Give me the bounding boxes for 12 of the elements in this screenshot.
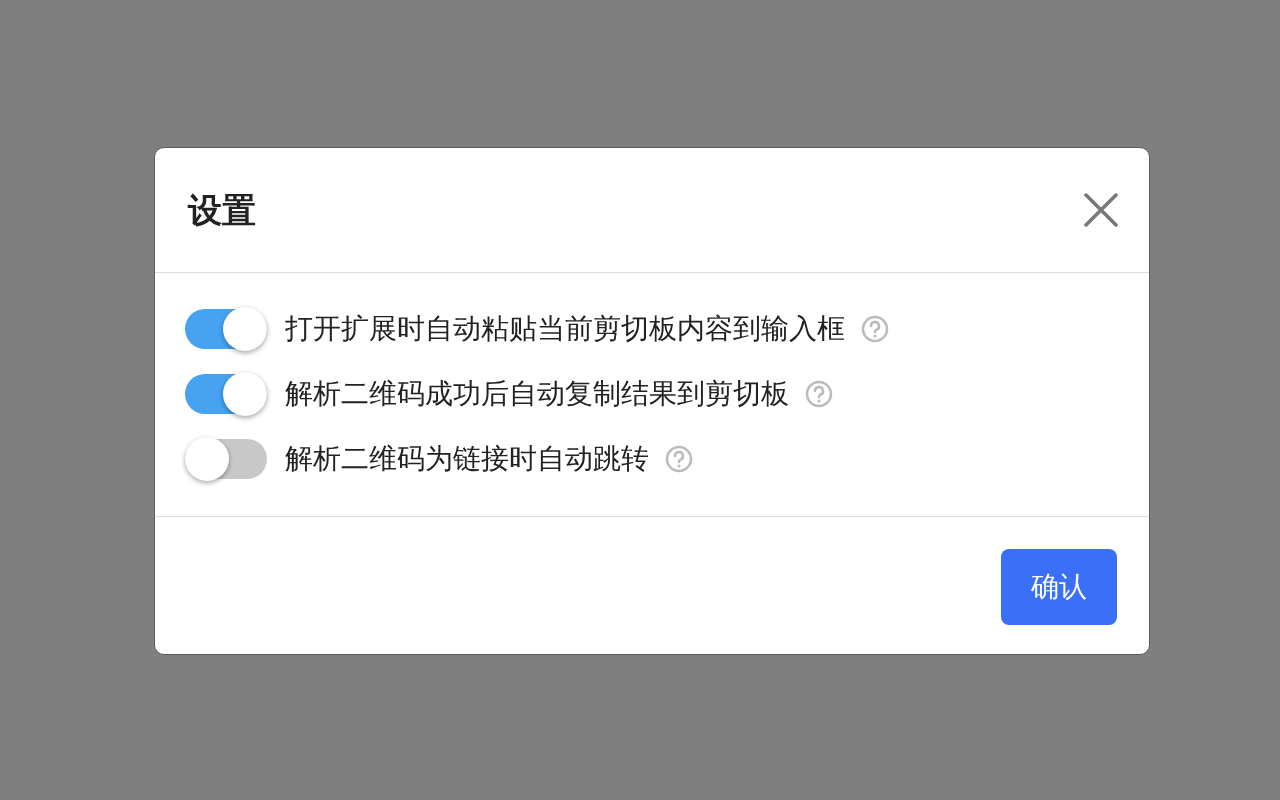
help-icon[interactable] <box>805 380 833 408</box>
help-icon[interactable] <box>861 315 889 343</box>
dialog-title: 设置 <box>188 188 256 232</box>
option-label: 解析二维码成功后自动复制结果到剪切板 <box>285 376 789 412</box>
toggle-switch[interactable] <box>185 374 267 414</box>
toggle-switch[interactable] <box>185 439 267 479</box>
help-icon[interactable] <box>665 445 693 473</box>
option-label: 打开扩展时自动粘贴当前剪切板内容到输入框 <box>285 311 845 347</box>
option-label: 解析二维码为链接时自动跳转 <box>285 441 649 477</box>
confirm-button[interactable]: 确认 <box>1001 549 1117 625</box>
toggle-switch[interactable] <box>185 309 267 349</box>
close-icon[interactable] <box>1083 192 1119 228</box>
